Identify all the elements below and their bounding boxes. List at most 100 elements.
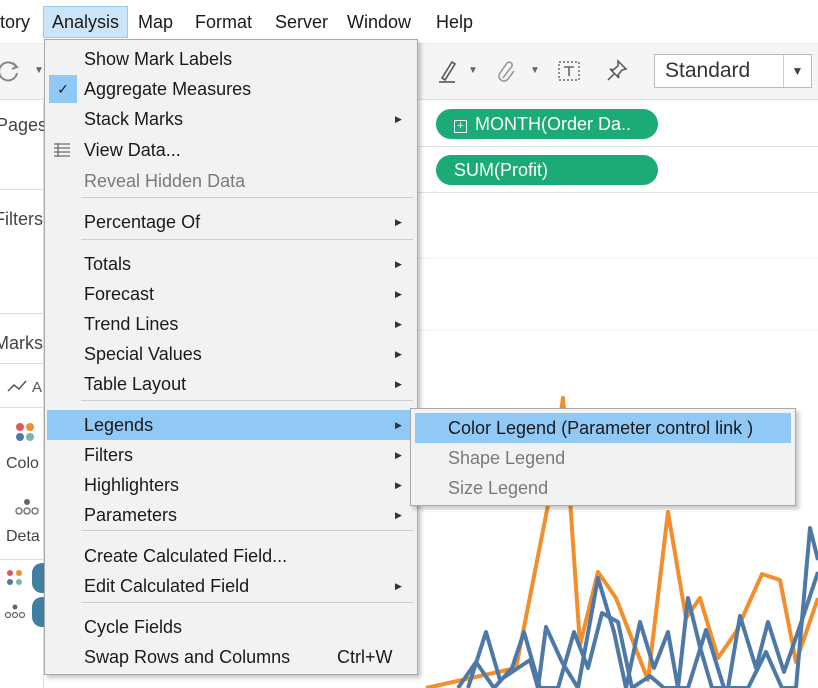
menu-help[interactable]: Help bbox=[428, 6, 481, 38]
menu-server[interactable]: Server bbox=[267, 6, 336, 38]
detail-icon[interactable] bbox=[14, 497, 40, 522]
menu-item-label: Show Mark Labels bbox=[84, 49, 233, 69]
pin-icon[interactable] bbox=[604, 58, 630, 84]
refresh-icon[interactable] bbox=[0, 58, 22, 84]
menu-item-label: Cycle Fields bbox=[84, 617, 183, 637]
legends-submenu: Color Legend (Parameter control link ) Sh… bbox=[410, 408, 796, 506]
menu-story[interactable]: tory bbox=[0, 6, 38, 38]
submenu-item-color-legend-parameter-control-link[interactable]: Color Legend (Parameter control link ) bbox=[415, 413, 791, 443]
menu-item-filters[interactable]: Filters ▶ bbox=[47, 440, 415, 470]
submenu-arrow-icon: ▶ bbox=[395, 289, 402, 299]
fit-select-value: Standard bbox=[665, 59, 751, 82]
columns-shelf[interactable]: + MONTH(Order Da.. bbox=[418, 101, 818, 147]
menu-item-label: Table Layout bbox=[84, 374, 187, 394]
menu-separator bbox=[81, 239, 413, 240]
menu-item-label: Create Calculated Field... bbox=[84, 546, 288, 566]
menu-item-percentage-of[interactable]: Percentage Of ▶ bbox=[47, 207, 415, 237]
highlighter-icon[interactable] bbox=[434, 58, 460, 84]
columns-pill-label: MONTH(Order Da.. bbox=[475, 114, 632, 134]
detail-label: Deta bbox=[6, 528, 40, 545]
submenu-arrow-icon: ▶ bbox=[395, 319, 402, 329]
submenu-arrow-icon: ▶ bbox=[395, 581, 402, 591]
menu-item-label: Aggregate Measures bbox=[84, 79, 252, 99]
menu-item-aggregate-measures[interactable]: ✓ Aggregate Measures bbox=[47, 74, 415, 104]
submenu-item-label: Shape Legend bbox=[448, 448, 566, 468]
expand-icon[interactable]: + bbox=[454, 120, 467, 133]
divider bbox=[0, 363, 44, 364]
detail-field-icon bbox=[4, 603, 26, 624]
series-line-3[interactable] bbox=[456, 526, 818, 688]
highlighter-dropdown-icon[interactable]: ▼ bbox=[468, 58, 478, 84]
menu-item-reveal-hidden-data: Reveal Hidden Data bbox=[47, 166, 415, 196]
color-icon[interactable] bbox=[14, 421, 36, 448]
menu-item-label: View Data... bbox=[84, 140, 181, 160]
chevron-down-icon[interactable]: ▼ bbox=[783, 55, 811, 87]
submenu-arrow-icon: ▶ bbox=[395, 114, 402, 124]
menu-item-highlighters[interactable]: Highlighters ▶ bbox=[47, 470, 415, 500]
menu-item-show-mark-labels[interactable]: Show Mark Labels bbox=[47, 44, 415, 74]
menu-item-edit-calculated-field[interactable]: Edit Calculated Field ▶ bbox=[47, 571, 415, 601]
menu-item-stack-marks[interactable]: Stack Marks ▶ bbox=[47, 104, 415, 134]
menu-bar: tory Analysis Map Format Server Window H… bbox=[0, 0, 818, 44]
filters-label: Filters bbox=[0, 209, 43, 229]
menu-analysis[interactable]: Analysis bbox=[43, 6, 129, 38]
menu-item-label: Highlighters bbox=[84, 475, 180, 495]
menu-item-table-layout[interactable]: Table Layout ▶ bbox=[47, 369, 415, 399]
rows-shelf[interactable]: SUM(Profit) bbox=[418, 147, 818, 193]
menu-item-label: Totals bbox=[84, 254, 132, 274]
menu-item-legends[interactable]: Legends ▶ bbox=[47, 410, 415, 440]
menu-item-label: Legends bbox=[84, 415, 154, 435]
divider bbox=[0, 559, 44, 560]
submenu-arrow-icon: ▶ bbox=[395, 217, 402, 227]
menu-item-swap-rows-and-columns[interactable]: Swap Rows and Columns Ctrl+W bbox=[47, 642, 415, 672]
pages-label: Pages bbox=[0, 115, 48, 135]
submenu-item-size-legend: Size Legend bbox=[415, 473, 791, 503]
fit-select[interactable]: Standard ▼ bbox=[654, 54, 812, 88]
menu-item-label: Trend Lines bbox=[84, 314, 179, 334]
menu-item-label: Reveal Hidden Data bbox=[84, 171, 246, 191]
menu-window[interactable]: Window bbox=[339, 6, 419, 38]
submenu-arrow-icon: ▶ bbox=[395, 450, 402, 460]
menu-separator bbox=[81, 400, 413, 401]
menu-map[interactable]: Map bbox=[130, 6, 181, 38]
menu-format[interactable]: Format bbox=[187, 6, 260, 38]
view-data-icon bbox=[53, 142, 71, 158]
color-field-icon bbox=[6, 569, 24, 592]
left-panel: Pages Filters Marks A Colo Deta bbox=[0, 101, 52, 688]
submenu-arrow-icon: ▶ bbox=[395, 379, 402, 389]
mark-type-icon[interactable]: A bbox=[6, 377, 44, 402]
menu-item-label: Filters bbox=[84, 445, 133, 465]
divider bbox=[0, 407, 44, 408]
menu-item-totals[interactable]: Totals ▶ bbox=[47, 249, 415, 279]
color-label: Colo bbox=[6, 455, 39, 472]
divider bbox=[0, 189, 44, 190]
menu-item-label: Edit Calculated Field bbox=[84, 576, 250, 596]
columns-pill[interactable]: + MONTH(Order Da.. bbox=[436, 109, 658, 139]
submenu-item-shape-legend: Shape Legend bbox=[415, 443, 791, 473]
analysis-menu: Show Mark Labels ✓ Aggregate Measures Stack… bbox=[44, 39, 418, 675]
menu-item-trend-lines[interactable]: Trend Lines ▶ bbox=[47, 309, 415, 339]
menu-separator bbox=[81, 530, 413, 531]
submenu-arrow-icon: ▶ bbox=[395, 480, 402, 490]
svg-text:A: A bbox=[32, 379, 42, 396]
menu-item-create-calculated-field[interactable]: Create Calculated Field... bbox=[47, 541, 415, 571]
submenu-arrow-icon: ▶ bbox=[395, 259, 402, 269]
rows-pill-label: SUM(Profit) bbox=[454, 160, 548, 180]
menu-item-view-data[interactable]: View Data... bbox=[47, 135, 415, 165]
refresh-dropdown-icon[interactable]: ▼ bbox=[34, 58, 44, 84]
rows-pill[interactable]: SUM(Profit) bbox=[436, 155, 658, 185]
menu-item-forecast[interactable]: Forecast ▶ bbox=[47, 279, 415, 309]
paperclip-icon[interactable] bbox=[494, 58, 520, 84]
menu-item-parameters[interactable]: Parameters ▶ bbox=[47, 500, 415, 530]
submenu-arrow-icon: ▶ bbox=[395, 349, 402, 359]
menu-item-label: Percentage Of bbox=[84, 212, 201, 232]
menu-item-cycle-fields[interactable]: Cycle Fields bbox=[47, 612, 415, 642]
submenu-item-label: Color Legend (Parameter control link ) bbox=[448, 418, 754, 438]
submenu-arrow-icon: ▶ bbox=[395, 510, 402, 520]
menu-item-label: Special Values bbox=[84, 344, 202, 364]
menu-separator bbox=[81, 602, 413, 603]
menu-item-special-values[interactable]: Special Values ▶ bbox=[47, 339, 415, 369]
paperclip-dropdown-icon[interactable]: ▼ bbox=[530, 58, 540, 84]
menu-item-label: Parameters bbox=[84, 505, 178, 525]
text-box-icon[interactable] bbox=[556, 58, 582, 84]
